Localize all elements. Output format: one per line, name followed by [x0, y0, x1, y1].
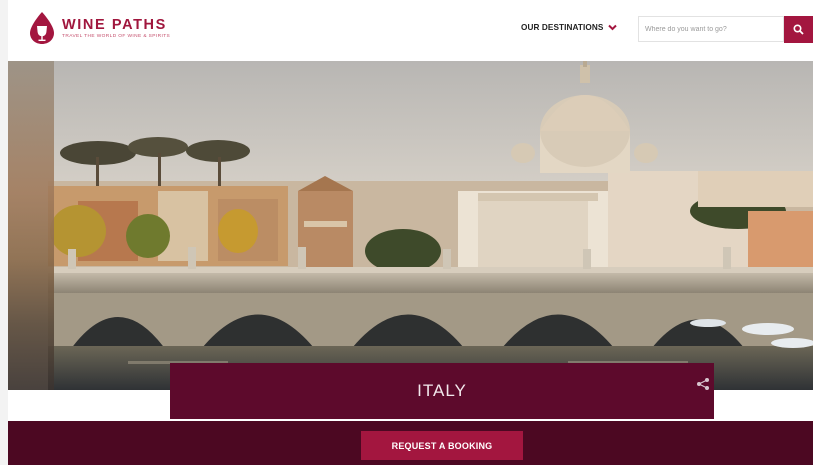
site-logo[interactable]: WINE PATHS TRAVEL THE WORLD OF WINE & SP…: [28, 11, 170, 45]
logo-text: WINE PATHS TRAVEL THE WORLD OF WINE & SP…: [62, 17, 170, 40]
wine-drop-icon: [30, 12, 54, 44]
chevron-down-icon: [608, 24, 618, 31]
booking-bar: REQUEST A BOOKING: [8, 421, 813, 465]
search-input[interactable]: [639, 17, 783, 41]
search-button[interactable]: [784, 16, 813, 43]
rome-cityscape-illustration: [8, 61, 813, 390]
page-frame: WINE PATHS TRAVEL THE WORLD OF WINE & SP…: [0, 0, 813, 465]
hero-left-overlay: [8, 61, 54, 390]
destination-title: ITALY: [417, 381, 467, 400]
destination-banner: ITALY: [170, 363, 714, 419]
site-header: WINE PATHS TRAVEL THE WORLD OF WINE & SP…: [8, 0, 813, 60]
logo-title: WINE PATHS: [62, 16, 167, 33]
request-booking-button[interactable]: REQUEST A BOOKING: [361, 431, 523, 460]
logo-tagline: TRAVEL THE WORLD OF WINE & SPIRITS: [62, 33, 171, 39]
search-field[interactable]: [638, 16, 784, 42]
hero-image: [8, 61, 813, 390]
left-edge: [0, 0, 8, 465]
destinations-menu[interactable]: OUR DESTINATIONS: [521, 23, 618, 32]
destinations-label: OUR DESTINATIONS: [521, 23, 604, 32]
search-icon: [793, 24, 804, 35]
share-icon[interactable]: [696, 377, 710, 391]
